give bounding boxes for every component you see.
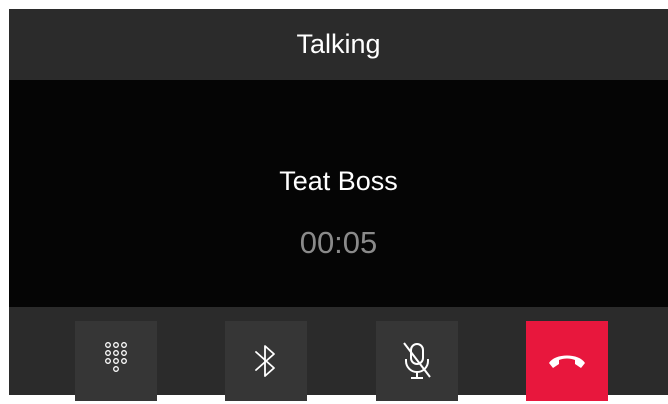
- dialpad-button[interactable]: [75, 321, 157, 401]
- end-call-icon: [548, 352, 586, 370]
- call-controls: [9, 307, 668, 401]
- mic-muted-icon: [400, 340, 434, 382]
- end-call-button[interactable]: [526, 321, 608, 401]
- call-timer: 00:05: [299, 225, 378, 260]
- caller-name: Teat Boss: [279, 166, 398, 196]
- bluetooth-icon: [253, 341, 279, 381]
- dialpad-icon: [104, 341, 128, 381]
- header: Talking: [9, 9, 668, 80]
- mute-button[interactable]: [376, 321, 458, 401]
- call-screen: Talking Teat Boss 00:05: [9, 9, 668, 401]
- page-title: Talking: [296, 29, 381, 59]
- bluetooth-button[interactable]: [225, 321, 307, 401]
- call-info: Teat Boss 00:05: [9, 80, 668, 307]
